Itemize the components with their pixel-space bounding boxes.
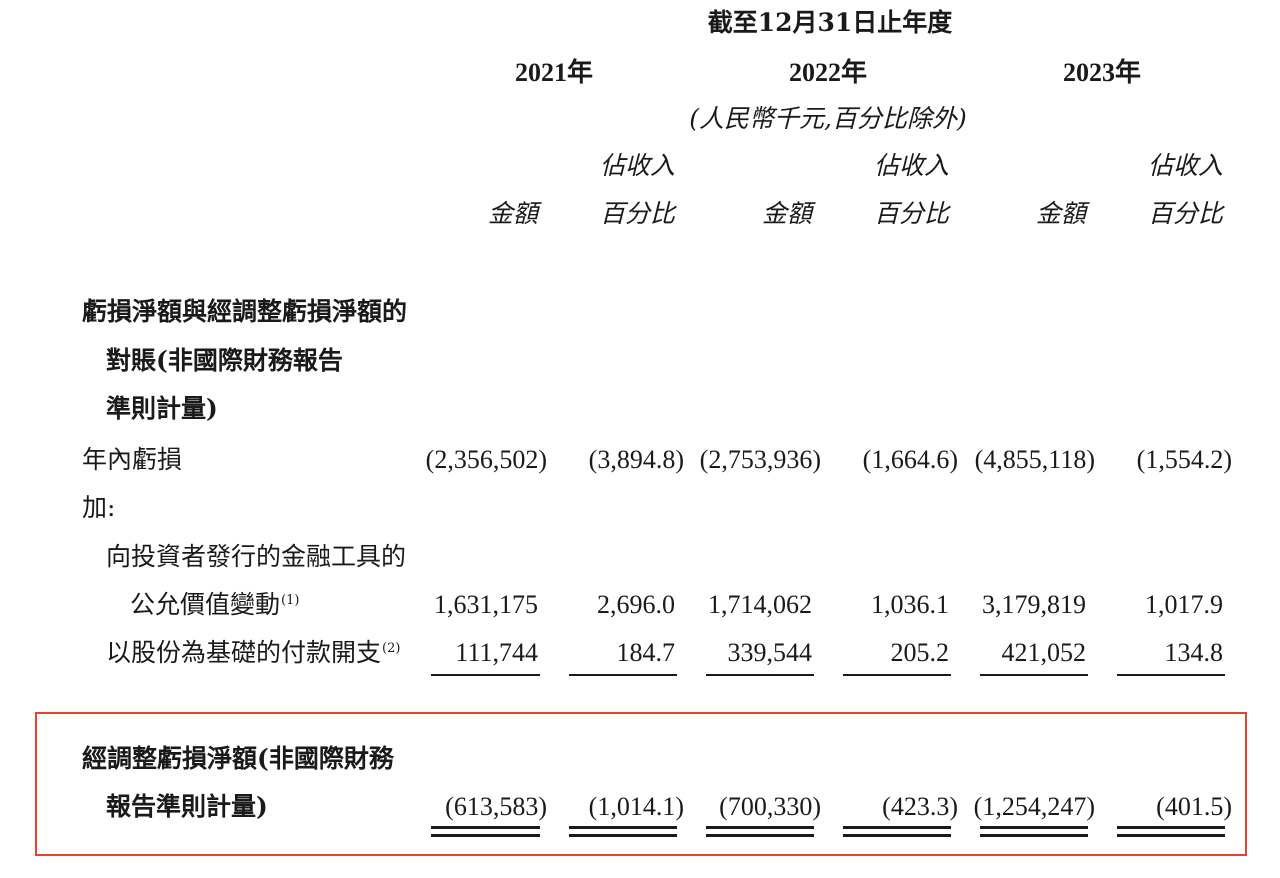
loss-2023-pct: (1,554.2) — [1136, 445, 1232, 474]
pct-header-2022-line2: 百分比 — [873, 199, 949, 228]
fair-value-2023-amount: 3,179,819 — [982, 590, 1086, 619]
pct-header-2021-line2: 百分比 — [599, 199, 675, 228]
pct-header-2023-line1: 佔收入 — [1147, 151, 1223, 180]
double-underline-2022-amount-top — [706, 826, 814, 829]
loss-2021-amount: (2,356,502) — [425, 445, 547, 474]
adjusted-2021-pct: (1,014.1) — [588, 792, 684, 821]
double-underline-2022-pct-bottom — [843, 834, 951, 837]
adjusted-2023-pct: (401.5) — [1156, 792, 1232, 821]
underline-2021-amount — [431, 674, 540, 676]
share-based-2023-pct: 134.8 — [1164, 638, 1224, 667]
underline-2023-pct — [1117, 674, 1225, 676]
loss-2021-pct: (3,894.8) — [588, 445, 684, 474]
financial-table: 截至12月31日止年度 2021年 2022年 2023年 (人民幣千元,百分比… — [0, 0, 1280, 878]
double-underline-2022-pct-top — [843, 826, 951, 829]
share-based-2021-amount: 111,744 — [455, 638, 538, 667]
double-underline-2021-pct-bottom — [569, 834, 677, 837]
fair-value-label-line1: 向投資者發行的金融工具的 — [106, 542, 407, 571]
adjusted-2022-pct: (423.3) — [882, 792, 958, 821]
double-underline-2023-amount-top — [980, 826, 1088, 829]
adjusted-2021-amount: (613,583) — [445, 792, 547, 821]
fair-value-label-line2: 公允價值變動(1) — [130, 590, 300, 619]
share-based-label: 以股份為基礎的付款開支(2) — [106, 638, 401, 667]
unit-note: (人民幣千元,百分比除外) — [689, 104, 967, 133]
double-underline-2021-amount-top — [431, 826, 540, 829]
section-title-line2: 對賬(非國際財務報告 — [106, 346, 343, 375]
amount-header-2021: 金額 — [487, 199, 538, 228]
double-underline-2021-amount-bottom — [431, 834, 540, 837]
double-underline-2021-pct-top — [569, 826, 677, 829]
double-underline-2023-amount-bottom — [980, 834, 1088, 837]
double-underline-2023-pct-bottom — [1117, 834, 1225, 837]
adjusted-label-line2: 報告準則計量) — [106, 792, 268, 821]
fair-value-2021-amount: 1,631,175 — [434, 590, 538, 619]
year-2021-header: 2021年 — [514, 58, 594, 87]
adjusted-2023-amount: (1,254,247) — [973, 792, 1095, 821]
note-1-marker: (1) — [281, 593, 300, 608]
underline-2022-amount — [706, 674, 814, 676]
share-based-2023-amount: 421,052 — [1001, 638, 1087, 667]
section-title-line1: 虧損淨額與經調整虧損淨額的 — [82, 297, 408, 326]
share-based-2022-pct: 205.2 — [890, 638, 950, 667]
fair-value-2022-amount: 1,714,062 — [708, 590, 812, 619]
underline-2021-pct — [569, 674, 677, 676]
loss-2023-amount: (4,855,118) — [974, 445, 1095, 474]
section-title-line3: 準則計量) — [106, 394, 218, 423]
adjusted-2022-amount: (700,330) — [719, 792, 821, 821]
pct-header-2021-line1: 佔收入 — [599, 151, 675, 180]
fair-value-2023-pct: 1,017.9 — [1145, 590, 1223, 619]
underline-2022-pct — [843, 674, 951, 676]
fair-value-2022-pct: 1,036.1 — [871, 590, 949, 619]
year-2022-header: 2022年 — [788, 58, 868, 87]
amount-header-2022: 金額 — [761, 199, 812, 228]
share-based-2022-amount: 339,544 — [727, 638, 813, 667]
loss-2022-amount: (2,753,936) — [699, 445, 821, 474]
double-underline-2023-pct-top — [1117, 826, 1225, 829]
note-2-marker: (2) — [382, 641, 401, 656]
adjusted-label-line1: 經調整虧損淨額(非國際財務 — [82, 744, 394, 773]
pct-header-2023-line2: 百分比 — [1147, 199, 1223, 228]
period-header: 截至12月31日止年度 — [707, 8, 953, 37]
pct-header-2022-line1: 佔收入 — [873, 151, 949, 180]
double-underline-2022-amount-bottom — [706, 834, 814, 837]
fair-value-2021-pct: 2,696.0 — [597, 590, 675, 619]
loss-row-label: 年內虧損 — [82, 445, 183, 474]
loss-2022-pct: (1,664.6) — [862, 445, 958, 474]
share-based-2021-pct: 184.7 — [616, 638, 676, 667]
amount-header-2023: 金額 — [1035, 199, 1086, 228]
add-label: 加: — [82, 493, 116, 522]
underline-2023-amount — [980, 674, 1088, 676]
year-2023-header: 2023年 — [1062, 58, 1142, 87]
